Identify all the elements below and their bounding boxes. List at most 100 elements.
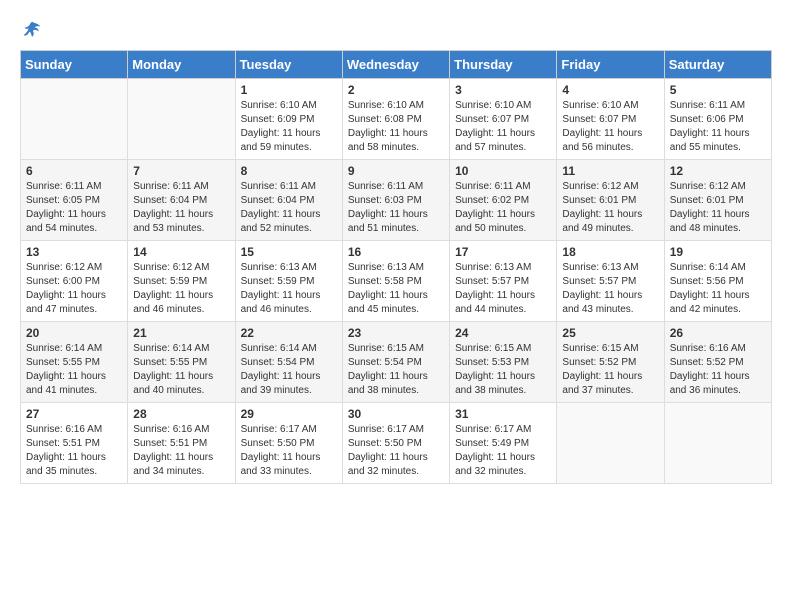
weekday-header-wednesday: Wednesday xyxy=(342,51,449,79)
day-info: Sunrise: 6:17 AM Sunset: 5:50 PM Dayligh… xyxy=(241,423,337,479)
day-info: Sunrise: 6:15 AM Sunset: 5:53 PM Dayligh… xyxy=(455,342,551,398)
day-info: Sunrise: 6:11 AM Sunset: 6:05 PM Dayligh… xyxy=(26,180,122,236)
day-number: 30 xyxy=(348,407,444,421)
calendar-week-4: 20 Sunrise: 6:14 AM Sunset: 5:55 PM Dayli… xyxy=(21,322,772,403)
day-info: Sunrise: 6:11 AM Sunset: 6:02 PM Dayligh… xyxy=(455,180,551,236)
day-number: 10 xyxy=(455,164,551,178)
day-info: Sunrise: 6:12 AM Sunset: 6:01 PM Dayligh… xyxy=(562,180,658,236)
calendar-cell: 10 Sunrise: 6:11 AM Sunset: 6:02 PM Dayli… xyxy=(450,160,557,241)
weekday-header-saturday: Saturday xyxy=(664,51,771,79)
day-number: 21 xyxy=(133,326,229,340)
calendar-cell: 18 Sunrise: 6:13 AM Sunset: 5:57 PM Dayli… xyxy=(557,241,664,322)
logo-bird-icon xyxy=(22,20,42,40)
day-info: Sunrise: 6:16 AM Sunset: 5:52 PM Dayligh… xyxy=(670,342,766,398)
page-header xyxy=(20,20,772,40)
day-info: Sunrise: 6:11 AM Sunset: 6:04 PM Dayligh… xyxy=(133,180,229,236)
day-info: Sunrise: 6:11 AM Sunset: 6:04 PM Dayligh… xyxy=(241,180,337,236)
calendar-cell: 11 Sunrise: 6:12 AM Sunset: 6:01 PM Dayli… xyxy=(557,160,664,241)
day-number: 24 xyxy=(455,326,551,340)
day-number: 13 xyxy=(26,245,122,259)
calendar-week-5: 27 Sunrise: 6:16 AM Sunset: 5:51 PM Dayli… xyxy=(21,403,772,484)
calendar-cell xyxy=(128,79,235,160)
day-number: 4 xyxy=(562,83,658,97)
day-info: Sunrise: 6:14 AM Sunset: 5:55 PM Dayligh… xyxy=(133,342,229,398)
day-number: 20 xyxy=(26,326,122,340)
day-number: 9 xyxy=(348,164,444,178)
calendar-cell: 9 Sunrise: 6:11 AM Sunset: 6:03 PM Daylig… xyxy=(342,160,449,241)
day-number: 23 xyxy=(348,326,444,340)
day-info: Sunrise: 6:14 AM Sunset: 5:55 PM Dayligh… xyxy=(26,342,122,398)
day-info: Sunrise: 6:10 AM Sunset: 6:07 PM Dayligh… xyxy=(455,99,551,155)
calendar-cell xyxy=(21,79,128,160)
calendar-cell xyxy=(664,403,771,484)
weekday-header-tuesday: Tuesday xyxy=(235,51,342,79)
day-info: Sunrise: 6:10 AM Sunset: 6:08 PM Dayligh… xyxy=(348,99,444,155)
day-number: 26 xyxy=(670,326,766,340)
calendar-cell: 28 Sunrise: 6:16 AM Sunset: 5:51 PM Dayli… xyxy=(128,403,235,484)
day-info: Sunrise: 6:12 AM Sunset: 5:59 PM Dayligh… xyxy=(133,261,229,317)
day-number: 16 xyxy=(348,245,444,259)
calendar-cell xyxy=(557,403,664,484)
day-info: Sunrise: 6:10 AM Sunset: 6:09 PM Dayligh… xyxy=(241,99,337,155)
calendar-week-1: 1 Sunrise: 6:10 AM Sunset: 6:09 PM Daylig… xyxy=(21,79,772,160)
calendar-cell: 2 Sunrise: 6:10 AM Sunset: 6:08 PM Daylig… xyxy=(342,79,449,160)
day-number: 14 xyxy=(133,245,229,259)
calendar-cell: 31Sunrise: 6:17 AM Sunset: 5:49 PM Dayli… xyxy=(450,403,557,484)
day-number: 2 xyxy=(348,83,444,97)
day-number: 12 xyxy=(670,164,766,178)
day-number: 11 xyxy=(562,164,658,178)
calendar-cell: 27Sunrise: 6:16 AM Sunset: 5:51 PM Dayli… xyxy=(21,403,128,484)
calendar-cell: 22 Sunrise: 6:14 AM Sunset: 5:54 PM Dayli… xyxy=(235,322,342,403)
weekday-header-row: SundayMondayTuesdayWednesdayThursdayFrid… xyxy=(21,51,772,79)
day-info: Sunrise: 6:17 AM Sunset: 5:50 PM Dayligh… xyxy=(348,423,444,479)
day-info: Sunrise: 6:11 AM Sunset: 6:03 PM Dayligh… xyxy=(348,180,444,236)
day-number: 25 xyxy=(562,326,658,340)
day-info: Sunrise: 6:13 AM Sunset: 5:58 PM Dayligh… xyxy=(348,261,444,317)
day-info: Sunrise: 6:13 AM Sunset: 5:57 PM Dayligh… xyxy=(455,261,551,317)
calendar-cell: 1 Sunrise: 6:10 AM Sunset: 6:09 PM Daylig… xyxy=(235,79,342,160)
day-info: Sunrise: 6:10 AM Sunset: 6:07 PM Dayligh… xyxy=(562,99,658,155)
calendar-cell: 3Sunrise: 6:10 AM Sunset: 6:07 PM Daylig… xyxy=(450,79,557,160)
calendar-cell: 30 Sunrise: 6:17 AM Sunset: 5:50 PM Dayli… xyxy=(342,403,449,484)
day-info: Sunrise: 6:15 AM Sunset: 5:54 PM Dayligh… xyxy=(348,342,444,398)
calendar-cell: 5 Sunrise: 6:11 AM Sunset: 6:06 PM Daylig… xyxy=(664,79,771,160)
calendar-cell: 13 Sunrise: 6:12 AM Sunset: 6:00 PM Dayli… xyxy=(21,241,128,322)
day-info: Sunrise: 6:14 AM Sunset: 5:56 PM Dayligh… xyxy=(670,261,766,317)
calendar-cell: 16 Sunrise: 6:13 AM Sunset: 5:58 PM Dayli… xyxy=(342,241,449,322)
day-info: Sunrise: 6:14 AM Sunset: 5:54 PM Dayligh… xyxy=(241,342,337,398)
calendar-cell: 24 Sunrise: 6:15 AM Sunset: 5:53 PM Dayli… xyxy=(450,322,557,403)
day-info: Sunrise: 6:16 AM Sunset: 5:51 PM Dayligh… xyxy=(133,423,229,479)
day-number: 28 xyxy=(133,407,229,421)
calendar-week-2: 6Sunrise: 6:11 AM Sunset: 6:05 PM Daylig… xyxy=(21,160,772,241)
calendar-cell: 21 Sunrise: 6:14 AM Sunset: 5:55 PM Dayli… xyxy=(128,322,235,403)
day-number: 22 xyxy=(241,326,337,340)
logo xyxy=(20,20,44,40)
day-number: 1 xyxy=(241,83,337,97)
day-info: Sunrise: 6:13 AM Sunset: 5:57 PM Dayligh… xyxy=(562,261,658,317)
calendar-cell: 6Sunrise: 6:11 AM Sunset: 6:05 PM Daylig… xyxy=(21,160,128,241)
weekday-header-monday: Monday xyxy=(128,51,235,79)
calendar-cell: 17 Sunrise: 6:13 AM Sunset: 5:57 PM Dayli… xyxy=(450,241,557,322)
calendar-cell: 15Sunrise: 6:13 AM Sunset: 5:59 PM Dayli… xyxy=(235,241,342,322)
calendar-cell: 7Sunrise: 6:11 AM Sunset: 6:04 PM Daylig… xyxy=(128,160,235,241)
weekday-header-friday: Friday xyxy=(557,51,664,79)
day-info: Sunrise: 6:15 AM Sunset: 5:52 PM Dayligh… xyxy=(562,342,658,398)
calendar-table: SundayMondayTuesdayWednesdayThursdayFrid… xyxy=(20,50,772,484)
calendar-cell: 19Sunrise: 6:14 AM Sunset: 5:56 PM Dayli… xyxy=(664,241,771,322)
weekday-header-thursday: Thursday xyxy=(450,51,557,79)
calendar-cell: 14 Sunrise: 6:12 AM Sunset: 5:59 PM Dayli… xyxy=(128,241,235,322)
calendar-cell: 4 Sunrise: 6:10 AM Sunset: 6:07 PM Daylig… xyxy=(557,79,664,160)
day-number: 15 xyxy=(241,245,337,259)
day-number: 18 xyxy=(562,245,658,259)
day-number: 27 xyxy=(26,407,122,421)
day-number: 5 xyxy=(670,83,766,97)
calendar-cell: 8Sunrise: 6:11 AM Sunset: 6:04 PM Daylig… xyxy=(235,160,342,241)
day-number: 31 xyxy=(455,407,551,421)
day-info: Sunrise: 6:11 AM Sunset: 6:06 PM Dayligh… xyxy=(670,99,766,155)
calendar-week-3: 13 Sunrise: 6:12 AM Sunset: 6:00 PM Dayli… xyxy=(21,241,772,322)
day-number: 17 xyxy=(455,245,551,259)
day-info: Sunrise: 6:12 AM Sunset: 6:00 PM Dayligh… xyxy=(26,261,122,317)
calendar-cell: 23 Sunrise: 6:15 AM Sunset: 5:54 PM Dayli… xyxy=(342,322,449,403)
calendar-cell: 26 Sunrise: 6:16 AM Sunset: 5:52 PM Dayli… xyxy=(664,322,771,403)
calendar-cell: 20 Sunrise: 6:14 AM Sunset: 5:55 PM Dayli… xyxy=(21,322,128,403)
